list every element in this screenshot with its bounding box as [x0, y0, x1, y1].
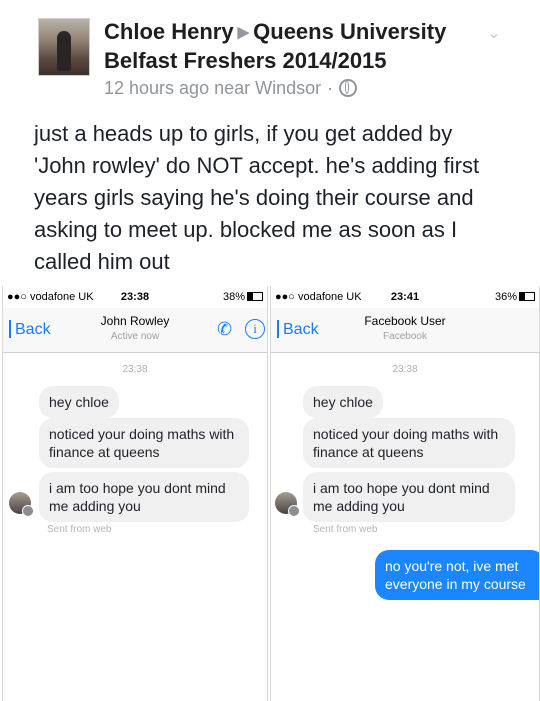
author-avatar[interactable]: [38, 18, 90, 76]
message-timestamp: 23:38: [122, 364, 148, 375]
messenger-screenshot-left: ●●○ vodafone UK 23:38 38% Back John Rowl…: [2, 286, 268, 701]
post-header: Chloe Henry ▶ Queens University Belfast Fr…: [104, 18, 484, 75]
message-timestamp: 23:38: [392, 364, 418, 375]
status-bar: ●●○ vodafone UK 23:41 36%: [271, 286, 539, 308]
author-name[interactable]: Chloe Henry: [104, 19, 234, 44]
facebook-post: Chloe Henry ▶ Queens University Belfast Fr…: [0, 0, 540, 701]
contact-name: Facebook User: [364, 314, 446, 328]
back-button[interactable]: Back: [9, 320, 51, 339]
message-bubble: noticed your doing maths with finance at…: [39, 418, 249, 468]
messenger-screenshot-right: ●●○ vodafone UK 23:41 36% Back Facebook …: [270, 286, 540, 701]
battery-icon: [247, 292, 263, 301]
sent-from-label: Sent from web: [313, 524, 378, 535]
globe-icon: [339, 79, 358, 97]
chat-title: John Rowley Active now: [53, 314, 217, 342]
post-meta: 12 hours ago near Windsor ·: [104, 78, 358, 99]
battery-icon: [519, 292, 535, 301]
sender-avatar: [275, 492, 300, 517]
message-bubble: i am too hope you dont mind me adding yo…: [303, 472, 515, 522]
chat-navbar: Back John Rowley Active now ✆ i: [3, 308, 267, 353]
message-bubble: noticed your doing maths with finance at…: [303, 418, 515, 468]
message-bubble: i am too hope you dont mind me adding yo…: [39, 472, 249, 522]
chat-navbar: Back Facebook User Facebook: [271, 308, 539, 353]
battery-status: 36%: [495, 286, 535, 308]
chat-title: Facebook User Facebook: [321, 314, 489, 342]
status-bar: ●●○ vodafone UK 23:38 38%: [3, 286, 267, 308]
post-body: just a heads up to girls, if you get add…: [34, 121, 480, 274]
post-time[interactable]: 12 hours ago near Windsor: [104, 78, 321, 98]
contact-status: Facebook: [383, 331, 427, 342]
phone-icon[interactable]: ✆: [217, 318, 237, 340]
chevron-down-icon[interactable]: ⌄: [484, 24, 504, 44]
battery-status: 38%: [223, 286, 263, 308]
sent-from-label: Sent from web: [47, 524, 112, 535]
sender-avatar: [9, 492, 34, 517]
contact-name: John Rowley: [100, 314, 170, 328]
message-bubble: hey chloe: [39, 386, 119, 418]
info-icon[interactable]: i: [245, 319, 265, 339]
outgoing-message-bubble: no you're not, ive met everyone in my co…: [375, 550, 539, 600]
arrow-right-icon: ▶: [237, 24, 250, 41]
contact-status: Active now: [110, 331, 160, 342]
message-bubble: hey chloe: [303, 386, 383, 418]
back-button[interactable]: Back: [277, 320, 319, 339]
